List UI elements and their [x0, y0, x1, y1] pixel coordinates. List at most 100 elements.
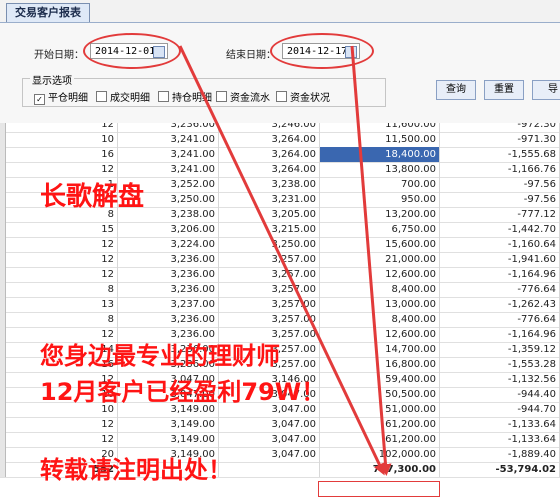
checkbox-icon[interactable]	[158, 91, 169, 102]
table-row[interactable]: 16 3,241.00 3,264.00 18,400.00 -1,555.68	[0, 147, 560, 163]
table-cell: 3,257.00	[219, 267, 320, 282]
table-cell: 12	[6, 267, 118, 282]
table-cell: -1,133.64	[440, 417, 560, 432]
table-cell: 3,241.00	[118, 147, 219, 162]
table-cell: -944.70	[440, 402, 560, 417]
table-cell: -776.64	[440, 282, 560, 297]
table-cell: 12	[6, 417, 118, 432]
annotation-title: 长歌解盘	[40, 182, 145, 212]
table-row[interactable]: 12 3,149.00 3,047.00 61,200.00 -1,133.64	[0, 417, 560, 433]
table-cell: -1,132.56	[440, 372, 560, 387]
table-cell: -1,941.60	[440, 252, 560, 267]
reset-button[interactable]: 重置	[484, 80, 524, 100]
table-cell: -1,160.64	[440, 237, 560, 252]
checkbox-icon[interactable]	[216, 91, 227, 102]
table-cell: 3,236.00	[118, 267, 219, 282]
table-cell: 3,237.00	[118, 297, 219, 312]
table-cell: -1,359.12	[440, 342, 560, 357]
table-cell: 3,047.00	[219, 417, 320, 432]
table-cell: 3,149.00	[118, 432, 219, 447]
table-cell: 12,600.00	[320, 327, 440, 342]
table-cell: 3,257.00	[219, 297, 320, 312]
table-cell: -972.30	[440, 123, 560, 132]
table-cell: 3,206.00	[118, 222, 219, 237]
table-row[interactable]: 8 3,236.00 3,257.00 8,400.00 -776.64	[0, 282, 560, 298]
table-cell: 11,500.00	[320, 132, 440, 147]
table-cell: 21,000.00	[320, 252, 440, 267]
table-cell: -776.64	[440, 312, 560, 327]
checkbox-icon[interactable]: ✓	[34, 94, 45, 105]
checkbox-fund-status[interactable]: 资金状况	[276, 89, 330, 104]
table-cell: 3,224.00	[118, 237, 219, 252]
checkbox-icon[interactable]	[96, 91, 107, 102]
export-button[interactable]: 导	[532, 80, 560, 100]
table-cell: 12	[6, 252, 118, 267]
table-cell: 16,800.00	[320, 357, 440, 372]
table-cell: 12	[6, 237, 118, 252]
table-cell: -1,553.28	[440, 357, 560, 372]
table-row[interactable]: 12 3,236.00 3,257.00 12,600.00 -1,164.96	[0, 267, 560, 283]
table-cell: 61,200.00	[320, 417, 440, 432]
table-cell: 15,600.00	[320, 237, 440, 252]
table-cell: 6,750.00	[320, 222, 440, 237]
checkbox-label: 资金流水	[230, 93, 270, 104]
table-cell: -1,166.76	[440, 162, 560, 177]
table-cell: 3,257.00	[219, 312, 320, 327]
report-tab[interactable]: 交易客户报表	[6, 3, 90, 23]
table-cell: 14,700.00	[320, 342, 440, 357]
total-fee: -53,794.02	[440, 462, 560, 477]
filter-panel: 开始日期： 2014-12-01 结束日期： 2014-12-17	[0, 23, 560, 123]
table-cell: 51,000.00	[320, 402, 440, 417]
table-row[interactable]: 10 3,241.00 3,264.00 11,500.00 -971.30	[0, 132, 560, 148]
table-cell: 50,500.00	[320, 387, 440, 402]
checkbox-icon[interactable]	[276, 91, 287, 102]
table-row[interactable]: 12 3,236.00 3,257.00 21,000.00 -1,941.60	[0, 252, 560, 268]
table-cell: 8	[6, 282, 118, 297]
checkbox-label: 成交明细	[110, 93, 150, 104]
table-row[interactable]: 12 3,149.00 3,047.00 61,200.00 -1,133.64	[0, 432, 560, 448]
annotation-line-3: 12月客户已经盈利79W！	[40, 378, 326, 406]
table-cell: 13,000.00	[320, 297, 440, 312]
end-date-highlight	[270, 33, 374, 69]
table-cell: 18,400.00	[320, 147, 440, 162]
table-cell: 10	[6, 132, 118, 147]
table-cell: 3,149.00	[118, 417, 219, 432]
table-row[interactable]: 15 3,206.00 3,215.00 6,750.00 -1,442.70	[0, 222, 560, 238]
checkbox-label: 平仓明细	[48, 93, 88, 104]
table-cell: -1,889.40	[440, 447, 560, 462]
checkbox-trade-detail[interactable]: 成交明细	[96, 89, 150, 104]
total-highlight	[318, 481, 440, 497]
checkbox-fund-flow[interactable]: 资金流水	[216, 89, 270, 104]
table-row[interactable]: 12 3,224.00 3,250.00 15,600.00 -1,160.64	[0, 237, 560, 253]
table-cell: 3,264.00	[219, 132, 320, 147]
table-cell: -1,555.68	[440, 147, 560, 162]
checkbox-close-detail[interactable]: ✓ 平仓明细	[34, 89, 88, 105]
table-cell: 12,600.00	[320, 267, 440, 282]
table-cell: 3,236.00	[118, 252, 219, 267]
table-cell: 3,250.00	[219, 237, 320, 252]
table-cell: 3,236.00	[118, 123, 219, 132]
start-date-highlight	[83, 33, 181, 69]
table-row[interactable]: 13 3,237.00 3,257.00 13,000.00 -1,262.43	[0, 297, 560, 313]
total-amount: 797,300.00	[320, 462, 440, 477]
table-cell: 3,236.00	[118, 312, 219, 327]
table-cell: 12	[6, 162, 118, 177]
table-cell: 8	[6, 312, 118, 327]
table-cell: -944.40	[440, 387, 560, 402]
table-cell: 8,400.00	[320, 282, 440, 297]
table-cell: -1,262.43	[440, 297, 560, 312]
table-cell: 61,200.00	[320, 432, 440, 447]
table-cell: 3,047.00	[219, 432, 320, 447]
table-cell: -1,164.96	[440, 267, 560, 282]
checkbox-position-detail[interactable]: 持仓明细	[158, 89, 212, 104]
table-cell: -971.30	[440, 132, 560, 147]
table-cell: 102,000.00	[320, 447, 440, 462]
table-row[interactable]: 8 3,236.00 3,257.00 8,400.00 -776.64	[0, 312, 560, 328]
checkbox-label: 持仓明细	[172, 93, 212, 104]
table-cell: 13	[6, 297, 118, 312]
table-cell: 3,215.00	[219, 222, 320, 237]
query-button[interactable]: 查询	[436, 80, 476, 100]
table-cell: -1,164.96	[440, 327, 560, 342]
table-cell: 3,264.00	[219, 147, 320, 162]
table-cell: 13,200.00	[320, 207, 440, 222]
